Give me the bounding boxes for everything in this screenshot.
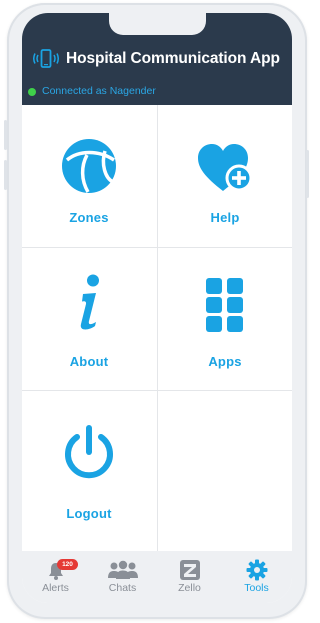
zones-label: Zones <box>69 210 109 225</box>
power-icon <box>65 425 113 479</box>
help-tile[interactable]: Help <box>158 105 292 247</box>
tab-tools[interactable]: Tools <box>223 551 290 603</box>
gear-icon <box>246 559 267 581</box>
heart-plus-icon <box>198 144 253 192</box>
app-screen: Hospital Communication App Connected as … <box>22 13 292 603</box>
tab-chats-label: Chats <box>108 582 137 594</box>
phone-side-button <box>4 160 7 190</box>
online-status-dot <box>28 88 36 96</box>
apps-grid-icon <box>206 278 243 332</box>
zello-icon <box>179 560 200 580</box>
connection-status: Connected as Nagender <box>42 85 156 97</box>
app-title: Hospital Communication App <box>66 50 280 67</box>
help-label: Help <box>210 210 240 225</box>
phone-side-button <box>306 150 309 198</box>
about-tile[interactable]: About <box>22 248 156 390</box>
tools-grid: Zones Help About Apps Logout <box>22 105 292 551</box>
tab-chats[interactable]: Chats <box>89 551 156 603</box>
zones-icon <box>62 139 116 193</box>
about-label: About <box>69 354 109 369</box>
bottom-tab-bar: 120 Alerts Chats Zello Tools <box>22 551 292 603</box>
tab-alerts-label: Alerts <box>42 582 69 594</box>
tab-alerts[interactable]: 120 Alerts <box>22 551 89 603</box>
tab-zello[interactable]: Zello <box>156 551 223 603</box>
phone-vibrate-icon <box>33 49 59 68</box>
apps-label: Apps <box>208 354 242 369</box>
zones-tile[interactable]: Zones <box>22 105 156 247</box>
phone-side-button <box>4 120 7 150</box>
tab-zello-label: Zello <box>178 582 201 594</box>
logout-label: Logout <box>66 506 112 521</box>
alerts-badge: 120 <box>57 559 78 570</box>
tab-tools-label: Tools <box>244 582 269 594</box>
people-icon <box>107 560 138 579</box>
apps-tile[interactable]: Apps <box>158 248 292 390</box>
phone-notch <box>109 13 206 35</box>
info-icon <box>80 274 99 330</box>
logout-tile[interactable]: Logout <box>22 391 156 533</box>
